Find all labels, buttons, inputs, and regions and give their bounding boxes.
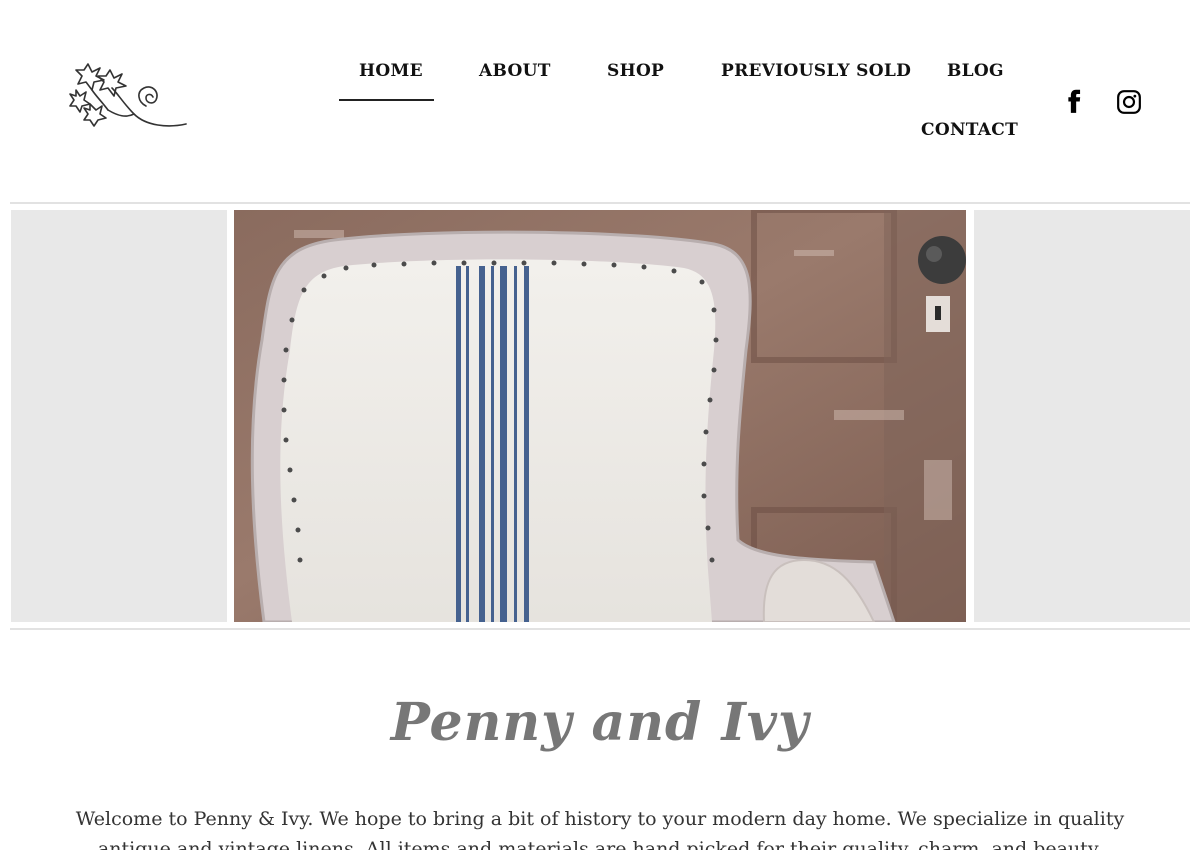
header-divider <box>10 202 1190 204</box>
nav-home[interactable]: HOME <box>359 61 423 81</box>
nav-active-indicator <box>339 99 434 101</box>
site-header: HOME ABOUT SHOP PREVIOUSLY SOLD BLOG CON… <box>0 0 1200 200</box>
nav-about[interactable]: ABOUT <box>479 61 551 81</box>
facebook-icon[interactable] <box>1061 88 1087 114</box>
gallery-next-slide[interactable] <box>974 210 1190 622</box>
hero-chair-image[interactable] <box>234 210 966 622</box>
intro-paragraph: Welcome to Penny & Ivy. We hope to bring… <box>75 808 1125 850</box>
ivy-logo-icon[interactable] <box>68 56 192 132</box>
nav-contact[interactable]: CONTACT <box>921 120 1018 140</box>
gallery-prev-slide[interactable] <box>11 210 227 622</box>
nav-shop[interactable]: SHOP <box>607 61 664 81</box>
nav-previously-sold[interactable]: PREVIOUSLY SOLD <box>721 61 911 81</box>
nav-blog[interactable]: BLOG <box>947 61 1004 81</box>
gallery-divider <box>10 628 1190 630</box>
brand-title: Penny and Ivy <box>390 692 810 753</box>
instagram-icon[interactable] <box>1116 89 1142 115</box>
page: HOME ABOUT SHOP PREVIOUSLY SOLD BLOG CON… <box>0 0 1200 850</box>
